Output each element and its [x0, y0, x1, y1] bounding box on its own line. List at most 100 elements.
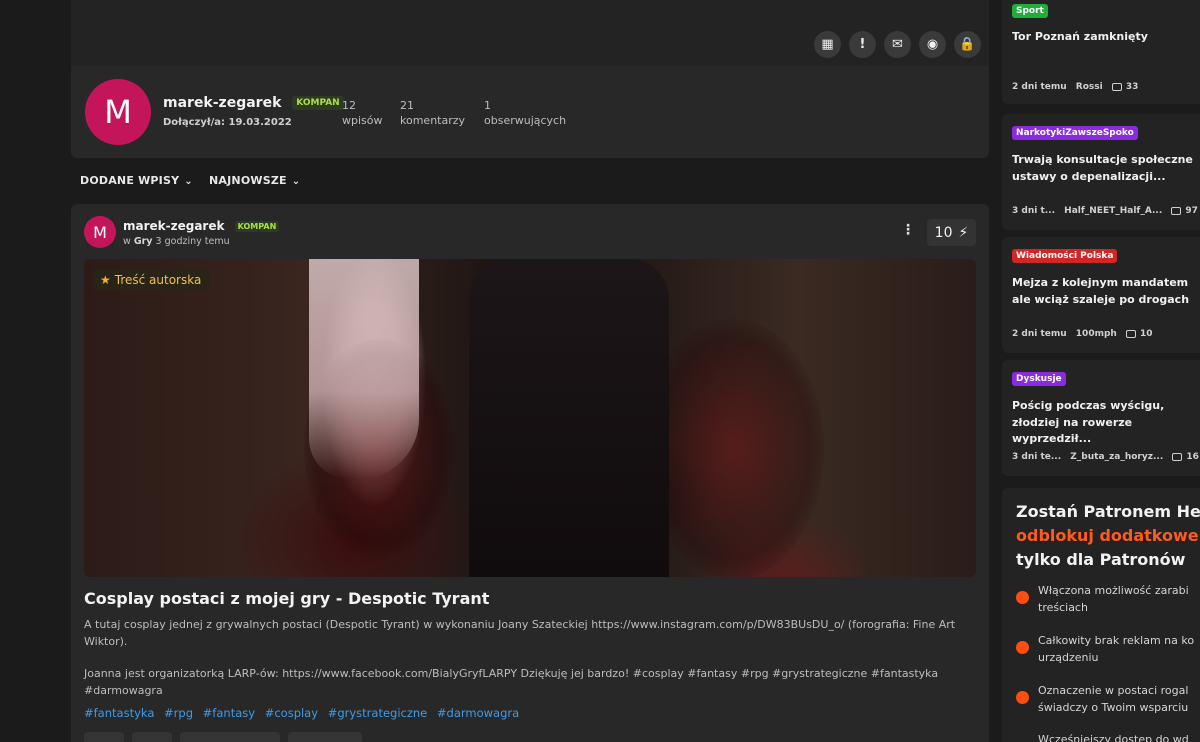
report-icon[interactable]: !: [849, 31, 876, 58]
benefit-text: świadczy o Twoim wsparciu: [1038, 700, 1189, 714]
star-icon: ★: [100, 273, 111, 287]
post-time: 3 dni te...: [1012, 452, 1062, 462]
observe-icon[interactable]: ◉: [919, 31, 946, 58]
benefit-item: Oznaczenie w postaci rogal świadczy o Tw…: [1016, 683, 1188, 716]
stat-posts: 12 wpisów: [342, 98, 383, 128]
comment-icon: [1171, 206, 1182, 215]
post-paragraph: A tutaj cosplay jednej z grywalnych post…: [84, 618, 956, 648]
hashtag-list: #fantastyka #rpg #fantasy #cosplay #grys…: [84, 706, 525, 720]
like-button[interactable]: [84, 732, 124, 742]
filter-label: DODANE WPISY: [80, 174, 180, 187]
benefit-item: Włączona możliwość zarabi treściach: [1016, 583, 1189, 616]
joined-date: Dołączył/a: 19.03.2022: [163, 117, 292, 128]
stat-value: 21: [400, 99, 414, 112]
stat-followers[interactable]: 1 obserwujących: [484, 98, 566, 128]
sidebar-post-card[interactable]: Dyskusje Pościg podczas wyścigu, złodzie…: [1002, 360, 1200, 476]
vote-count: 10: [934, 224, 953, 241]
post-body: A tutaj cosplay jednej z grywalnych post…: [84, 617, 974, 699]
post-meta: w Gry 3 godziny temu: [123, 236, 230, 247]
patron-heading: Zostań Patronem Hejto odblokuj dodatkowe…: [1016, 500, 1200, 572]
bullet-icon: [1016, 691, 1029, 704]
save-button[interactable]: [288, 732, 362, 742]
bullet-icon: [1016, 591, 1029, 604]
comment-count: 10: [1139, 329, 1153, 339]
original-content-badge: ★ Treść autorska: [94, 269, 210, 291]
stat-label: obserwujących: [484, 114, 567, 127]
sidebar-post-card[interactable]: NarkotykiZawszeSpoko Trwają konsultacje …: [1002, 114, 1200, 230]
stat-label: komentarzy: [400, 114, 466, 127]
image-shape: [309, 259, 419, 479]
share-button[interactable]: [180, 732, 280, 742]
id-card-icon[interactable]: ▦: [814, 31, 841, 58]
comment-count: 33: [1125, 82, 1139, 92]
profile-header-top: ▦ ! ✉ ◉ 🔒: [71, 0, 989, 66]
post-time: 2 dni temu: [1012, 82, 1067, 92]
rank-badge: KOMPAN: [234, 221, 280, 232]
post-image[interactable]: ★ Treść autorska: [84, 259, 976, 577]
post-community-link[interactable]: Gry: [134, 236, 153, 247]
sidebar-post-title[interactable]: Mejza z kolejnym mandatem ale wciąż szal…: [1012, 275, 1200, 308]
profile-username[interactable]: marek-zegarek: [163, 95, 281, 111]
benefit-text: urządzeniu: [1038, 650, 1099, 664]
benefit-item: Całkowity brak reklam na ko urządzeniu: [1016, 633, 1194, 666]
comment-button[interactable]: [132, 732, 172, 742]
category-badge[interactable]: Wiadomości Polska: [1012, 249, 1118, 263]
post-author[interactable]: marek-zegarek: [123, 219, 224, 233]
stat-comments: 21 komentarzy: [400, 98, 465, 128]
block-icon[interactable]: 🔒: [954, 31, 981, 58]
post-time: 3 dni t...: [1012, 206, 1056, 216]
category-badge[interactable]: Sport: [1012, 4, 1048, 18]
stat-value: 1: [484, 99, 491, 112]
post-card: M marek-zegarek KOMPAN w Gry 3 godziny t…: [71, 204, 989, 742]
sidebar-post-card[interactable]: Wiadomości Polska Mejza z kolejnym manda…: [1002, 237, 1200, 353]
category-badge[interactable]: Dyskusje: [1012, 372, 1066, 386]
stat-value: 12: [342, 99, 356, 112]
comment-icon: [1172, 452, 1183, 461]
comment-count: 16: [1186, 452, 1199, 462]
sidebar-post-title[interactable]: Pościg podczas wyścigu, złodziej na rowe…: [1012, 398, 1200, 448]
post-user[interactable]: 100mph: [1076, 329, 1117, 339]
category-badge[interactable]: NarkotykiZawszeSpoko: [1012, 126, 1138, 140]
post-user[interactable]: Half_NEET_Half_A...: [1064, 206, 1162, 216]
hashtag-link[interactable]: #fantastyka: [84, 706, 154, 720]
avatar[interactable]: M: [84, 216, 116, 248]
post-paragraph: Joanna jest organizatorką LARP-ów: https…: [84, 667, 939, 697]
sidebar-post-meta: 2 dni temu 100mph 10: [1012, 329, 1152, 339]
benefit-text: Całkowity brak reklam na ko: [1038, 634, 1195, 647]
profile-username-row: marek-zegarek KOMPAN: [163, 95, 344, 111]
benefit-text: Włączona możliwość zarabi: [1038, 584, 1189, 597]
post-actions: [84, 732, 362, 742]
patron-heading-line: Zostań Patronem Hejto: [1016, 502, 1200, 521]
rank-badge: KOMPAN: [292, 96, 344, 110]
benefit-text: Oznaczenie w postaci rogal: [1038, 684, 1189, 697]
hashtag-link[interactable]: #rpg: [164, 706, 193, 720]
sidebar-post-title[interactable]: Trwają konsultacje społeczne ustawy o de…: [1012, 152, 1200, 185]
stat-label: wpisów: [342, 114, 383, 127]
hashtag-link[interactable]: #cosplay: [265, 706, 318, 720]
hashtag-link[interactable]: #grystrategiczne: [328, 706, 428, 720]
more-options-icon[interactable]: ⋮: [901, 222, 915, 238]
post-user[interactable]: Rossi: [1076, 82, 1103, 92]
hashtag-link[interactable]: #darmowagra: [437, 706, 519, 720]
post-author-row: marek-zegarek KOMPAN: [123, 219, 280, 233]
filter-added-posts[interactable]: DODANE WPISY ⌄: [80, 174, 193, 187]
chevron-down-icon: ⌄: [184, 176, 193, 187]
vote-button[interactable]: 10 ⚡: [927, 219, 976, 246]
comment-count: 97: [1185, 206, 1198, 216]
meta-prefix: w: [123, 236, 131, 247]
post-user[interactable]: Z_buta_za_horyz...: [1070, 452, 1163, 462]
profile-actions: ▦ ! ✉ ◉ 🔒: [814, 31, 981, 58]
image-shape: [644, 319, 824, 577]
message-icon[interactable]: ✉: [884, 31, 911, 58]
hashtag-link[interactable]: #fantasy: [203, 706, 255, 720]
benefit-text: treściach: [1038, 600, 1088, 614]
bullet-icon: [1016, 641, 1029, 654]
filter-sort[interactable]: NAJNOWSZE ⌄: [209, 174, 300, 187]
post-title[interactable]: Cosplay postaci z mojej gry - Despotic T…: [84, 589, 489, 608]
avatar[interactable]: M: [85, 79, 151, 145]
sidebar-post-card[interactable]: Sport Tor Poznań zamknięty 2 dni temu Ro…: [1002, 0, 1200, 104]
lightning-icon: ⚡: [958, 224, 969, 241]
chevron-down-icon: ⌄: [291, 176, 301, 187]
post-time: 2 dni temu: [1012, 329, 1067, 339]
sidebar-post-title[interactable]: Tor Poznań zamknięty: [1012, 29, 1200, 46]
